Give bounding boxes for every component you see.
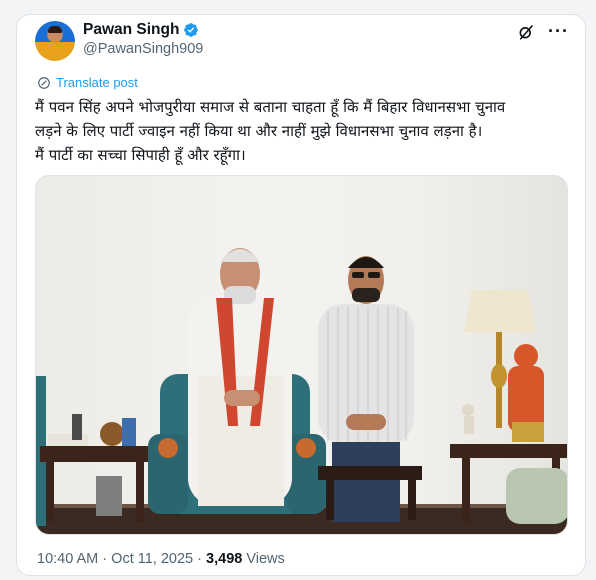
post-text-line: मैं पवन सिंह अपने भोजपुरीया समाज से बतान… xyxy=(35,98,506,116)
more-icon[interactable]: ··· xyxy=(548,21,569,42)
grok-icon[interactable] xyxy=(517,23,535,41)
translate-post-link[interactable]: Translate post xyxy=(37,75,138,90)
views-label: Views xyxy=(246,551,285,567)
author-avatar[interactable] xyxy=(35,21,75,61)
author-name-row[interactable]: Pawan Singh xyxy=(83,21,199,39)
author-handle[interactable]: @PawanSingh909 xyxy=(83,41,203,57)
post-meta: 10:40 AM · Oct 11, 2025 · 3,498 Views xyxy=(37,551,285,567)
post-text: मैं पवन सिंह अपने भोजपुरीया समाज से बतान… xyxy=(35,95,565,167)
author-name[interactable]: Pawan Singh xyxy=(83,21,179,39)
post-time[interactable]: 10:40 AM xyxy=(37,551,98,567)
post-date[interactable]: Oct 11, 2025 xyxy=(111,551,193,567)
post-text-line: लड़ने के लिए पार्टी ज्वाइन नहीं किया था … xyxy=(35,122,483,140)
post-photo-illustration xyxy=(36,248,567,534)
verified-badge-icon xyxy=(184,23,199,37)
tweet-card: Pawan Singh @PawanSingh909 ··· Translate… xyxy=(16,14,586,576)
translate-icon xyxy=(38,76,50,89)
post-photo[interactable] xyxy=(35,175,568,535)
views-count[interactable]: 3,498 xyxy=(206,551,242,567)
meta-separator: · xyxy=(197,551,202,567)
post-text-line: मैं पार्टी का सच्चा सिपाही हूँ और रहूँगा… xyxy=(35,146,246,164)
meta-separator: · xyxy=(102,551,108,567)
translate-post-label[interactable]: Translate post xyxy=(56,75,138,90)
